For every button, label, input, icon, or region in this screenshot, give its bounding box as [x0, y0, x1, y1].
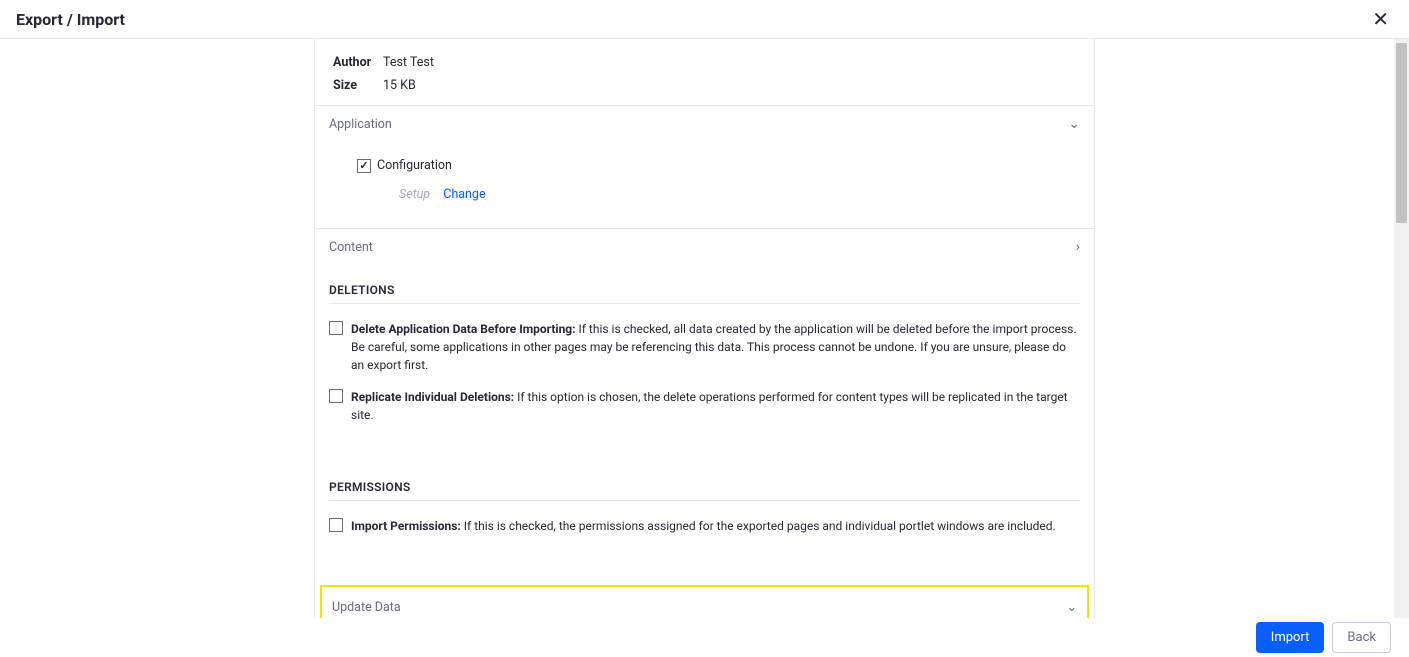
- modal-header: Export / Import ✕: [0, 0, 1409, 39]
- content-section-label: Content: [329, 240, 373, 255]
- scrollbar-track[interactable]: ▲: [1394, 39, 1409, 618]
- delete-app-data-checkbox[interactable]: [329, 321, 343, 335]
- scrollbar-thumb[interactable]: [1396, 43, 1407, 223]
- setup-row: Setup Change: [329, 177, 1080, 210]
- update-data-section: Update Data ⌄ Mirror: All data and conte…: [320, 585, 1089, 618]
- configuration-row: Configuration: [329, 148, 1080, 177]
- content-section-header[interactable]: Content ›: [315, 228, 1094, 265]
- back-button[interactable]: Back: [1332, 622, 1391, 653]
- chevron-right-icon: ›: [1076, 239, 1080, 255]
- application-section-label: Application: [329, 117, 392, 132]
- application-section-header[interactable]: Application ⌄: [315, 105, 1094, 142]
- replicate-deletions-text: Replicate Individual Deletions: If this …: [351, 388, 1080, 424]
- page-title: Export / Import: [16, 10, 125, 29]
- meta-author-label: Author: [333, 55, 383, 70]
- permissions-title: PERMISSIONS: [329, 474, 1080, 501]
- meta-size-value: 15 KB: [383, 78, 416, 93]
- import-permissions-row: Import Permissions: If this is checked, …: [329, 513, 1080, 545]
- delete-app-data-text: Delete Application Data Before Importing…: [351, 320, 1080, 374]
- import-permissions-desc: If this is checked, the permissions assi…: [461, 519, 1056, 533]
- content-panel: Author Test Test Size 15 KB Application …: [314, 39, 1095, 618]
- close-icon[interactable]: ✕: [1368, 5, 1393, 33]
- meta-author-row: Author Test Test: [315, 51, 1094, 74]
- import-permissions-checkbox[interactable]: [329, 518, 343, 532]
- delete-app-data-label: Delete Application Data Before Importing…: [351, 322, 576, 336]
- update-data-label: Update Data: [332, 600, 401, 615]
- chevron-down-icon: ⌄: [1067, 599, 1077, 615]
- file-meta: Author Test Test Size 15 KB: [315, 39, 1094, 105]
- meta-author-value: Test Test: [383, 55, 434, 70]
- configuration-checkbox[interactable]: [357, 159, 371, 173]
- configuration-label: Configuration: [377, 158, 452, 173]
- replicate-deletions-row: Replicate Individual Deletions: If this …: [329, 384, 1080, 434]
- delete-app-data-row: Delete Application Data Before Importing…: [329, 316, 1080, 384]
- permissions-section: PERMISSIONS Import Permissions: If this …: [315, 452, 1094, 563]
- replicate-deletions-label: Replicate Individual Deletions:: [351, 390, 514, 404]
- update-data-header[interactable]: Update Data ⌄: [330, 587, 1079, 618]
- meta-size-label: Size: [333, 78, 383, 93]
- application-section-body: Configuration Setup Change: [315, 142, 1094, 228]
- import-permissions-label: Import Permissions:: [351, 519, 461, 533]
- deletions-section: DELETIONS Delete Application Data Before…: [315, 265, 1094, 452]
- deletions-title: DELETIONS: [329, 277, 1080, 304]
- scroll-area[interactable]: Author Test Test Size 15 KB Application …: [0, 39, 1409, 618]
- setup-label: Setup: [399, 187, 430, 202]
- chevron-down-icon: ⌄: [1068, 116, 1080, 132]
- modal-footer: Import Back: [0, 618, 1409, 657]
- import-permissions-text: Import Permissions: If this is checked, …: [351, 517, 1080, 535]
- meta-size-row: Size 15 KB: [315, 74, 1094, 97]
- import-button[interactable]: Import: [1256, 622, 1325, 653]
- replicate-deletions-checkbox[interactable]: [329, 389, 343, 403]
- change-link[interactable]: Change: [443, 187, 485, 202]
